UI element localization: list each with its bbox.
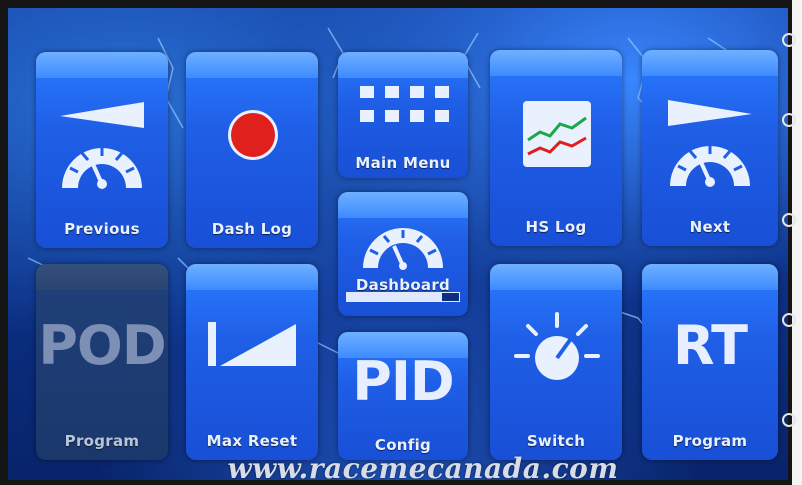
touchscreen: Previous Dash Log Main Menu HS Log Next … <box>8 8 788 480</box>
main-menu-button[interactable]: Main Menu <box>338 52 468 178</box>
device-bezel: Previous Dash Log Main Menu HS Log Next … <box>0 0 792 485</box>
hs-log-button[interactable]: HS Log <box>490 50 622 246</box>
tile-header <box>186 52 318 78</box>
pod-program-button[interactable]: POD Program <box>36 264 168 460</box>
gauge-icon <box>60 102 144 189</box>
progress-fill <box>347 293 443 301</box>
tile-header <box>36 264 168 290</box>
tile-label: HS Log <box>525 218 587 236</box>
tile-header <box>36 52 168 78</box>
website-url: www.racemecanada.com <box>227 452 619 480</box>
pid-config-button[interactable]: PID Config <box>338 332 468 460</box>
grid-menu-icon <box>360 86 449 122</box>
next-button[interactable]: Next <box>642 50 778 246</box>
gauge-icon <box>668 100 752 187</box>
switch-button[interactable]: Switch <box>490 264 622 460</box>
max-reset-button[interactable]: Max Reset <box>186 264 318 460</box>
tile-label: Dash Log <box>211 220 293 238</box>
record-icon <box>228 110 278 160</box>
knob-icon <box>514 312 600 380</box>
pid-text: PID <box>352 350 455 413</box>
tile-label: Switch <box>526 432 586 450</box>
tile-header <box>490 50 622 76</box>
tile-header <box>338 52 468 78</box>
tile-label: Program <box>64 432 140 450</box>
pod-text: POD <box>38 314 166 377</box>
gauge-icon <box>363 228 443 270</box>
dash-log-button[interactable]: Dash Log <box>186 52 318 248</box>
tile-label: Main Menu <box>355 154 451 172</box>
tile-label: Next <box>689 218 731 236</box>
chart-icon <box>523 101 591 167</box>
tile-label: Program <box>672 432 748 450</box>
rt-program-button[interactable]: RT Program <box>642 264 778 460</box>
tile-label: Previous <box>64 220 140 238</box>
watermark <box>782 33 796 427</box>
tile-header <box>490 264 622 290</box>
dashboard-button[interactable]: Dashboard <box>338 192 468 316</box>
tile-header <box>186 264 318 290</box>
loading-progress-bar <box>346 292 460 302</box>
tile-header <box>642 264 778 290</box>
tile-label: Max Reset <box>206 432 298 450</box>
tile-header <box>642 50 778 76</box>
rt-text: RT <box>673 314 748 377</box>
previous-button[interactable]: Previous <box>36 52 168 248</box>
ramp-icon <box>208 322 296 366</box>
